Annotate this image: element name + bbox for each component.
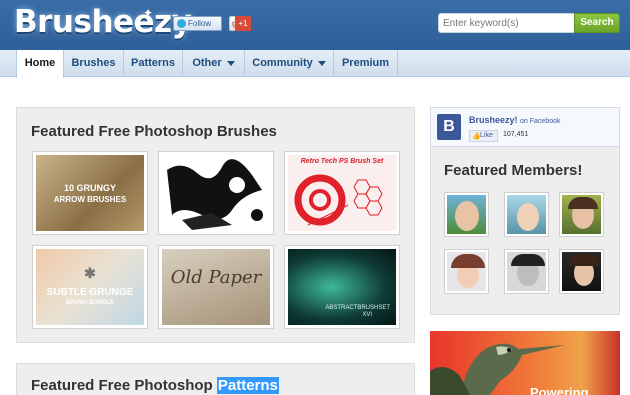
brush-thumb-grungy-arrows[interactable]: 10 GRUNGY ARROW BRUSHES xyxy=(32,151,148,235)
brush-caption: BRUSH BUNDLE xyxy=(66,300,114,306)
facebook-like-button[interactable]: 👍 Like xyxy=(469,130,498,142)
facebook-widget: B Brusheezy! on Facebook 👍 Like 107,451 xyxy=(430,107,620,147)
featured-patterns-panel: Featured Free Photoshop Patterns xyxy=(16,363,415,395)
brush-image: Retro Tech PS Brush Set xyxy=(288,155,396,231)
google-plus-label[interactable]: +1 xyxy=(235,16,251,31)
patterns-title-text: Featured Free Photoshop xyxy=(31,377,213,394)
sparkle-icon: ✦ xyxy=(143,6,154,20)
nav-patterns-label: Patterns xyxy=(130,57,176,69)
nav-premium-label: Premium xyxy=(341,57,390,69)
brush-caption: Old Paper xyxy=(170,267,262,288)
brush-image: 10 GRUNGY ARROW BRUSHES xyxy=(36,155,144,231)
retro-tech-graphic xyxy=(294,174,383,226)
splatter-graphic xyxy=(167,159,263,230)
brush-thumb-retro-tech[interactable]: Retro Tech PS Brush Set xyxy=(284,151,400,235)
facebook-page-name[interactable]: Brusheezy! on Facebook xyxy=(469,115,561,125)
hummingbird-graphic xyxy=(430,343,565,395)
member-avatar[interactable] xyxy=(444,192,489,237)
brush-image: ✱ SUBTLE GRUNGE BRUSH BUNDLE xyxy=(36,249,144,325)
ad-text: Powering xyxy=(530,385,589,395)
advertisement-banner[interactable]: Powering xyxy=(430,331,620,395)
featured-patterns-title: Featured Free Photoshop Patterns xyxy=(31,377,279,394)
brush-thumb-subtle-grunge[interactable]: ✱ SUBTLE GRUNGE BRUSH BUNDLE xyxy=(32,245,148,329)
nav-patterns[interactable]: Patterns xyxy=(124,50,183,77)
asterisk-icon: ✱ xyxy=(84,265,96,281)
nav-premium[interactable]: Premium xyxy=(334,50,398,77)
avatar-image xyxy=(447,252,486,291)
twitter-follow-button[interactable]: Follow Us! xyxy=(173,16,222,41)
facebook-on-label: on Facebook xyxy=(520,118,561,125)
brush-caption: XVI xyxy=(362,312,372,318)
twitter-bird-icon xyxy=(177,19,186,28)
avatar-image xyxy=(562,252,601,291)
nav-brushes[interactable]: Brushes xyxy=(64,50,124,77)
member-avatar[interactable] xyxy=(504,249,549,294)
brush-caption: SUBTLE GRUNGE xyxy=(46,287,134,298)
search-input[interactable] xyxy=(438,13,575,33)
face-shape xyxy=(455,201,479,231)
brush-caption: ARROW BRUSHES xyxy=(53,195,127,204)
hair-shape xyxy=(511,254,545,266)
nav-community-label: Community xyxy=(252,57,313,69)
like-label: Like xyxy=(480,132,493,139)
avatar-image xyxy=(562,195,601,234)
featured-brushes-panel: Featured Free Photoshop Brushes 10 GRUNG… xyxy=(16,107,415,343)
nav-home[interactable]: Home xyxy=(16,50,64,78)
search-button[interactable]: Search xyxy=(574,13,620,33)
nav-other[interactable]: Other xyxy=(183,50,245,77)
hair-shape xyxy=(451,254,485,268)
brush-image: ABSTRACTBRUSHSET XVI xyxy=(288,249,396,325)
brush-thumb-ink-splatter[interactable] xyxy=(158,151,274,235)
chevron-down-icon xyxy=(226,60,235,66)
featured-members-title: Featured Members! xyxy=(444,162,583,179)
avatar-image xyxy=(507,195,546,234)
brush-thumb-abstract[interactable]: ABSTRACTBRUSHSET XVI xyxy=(284,245,400,329)
nav-community[interactable]: Community xyxy=(245,50,334,77)
chevron-down-icon xyxy=(317,60,326,66)
site-logo[interactable]: Brusheezy xyxy=(14,4,192,40)
nav-home-label: Home xyxy=(24,57,56,69)
facebook-like-count: 107,451 xyxy=(503,131,529,138)
brusheezy-fb-avatar[interactable]: B xyxy=(437,114,461,140)
hair-shape xyxy=(568,254,600,266)
brush-image xyxy=(162,155,270,231)
main-nav: Home Brushes Patterns Other Community Pr… xyxy=(0,50,630,78)
brush-caption: 10 GRUNGY xyxy=(63,183,116,193)
member-avatar[interactable] xyxy=(559,249,604,294)
facebook-name-label: Brusheezy! xyxy=(469,115,518,125)
featured-members-panel: Featured Members! xyxy=(430,147,620,315)
brush-image: Old Paper xyxy=(162,249,270,325)
patterns-title-highlight: Patterns xyxy=(216,377,279,394)
member-avatar[interactable] xyxy=(444,249,489,294)
follow-label: Follow Us! xyxy=(188,19,212,41)
featured-brushes-title: Featured Free Photoshop Brushes xyxy=(31,123,277,140)
member-avatar[interactable] xyxy=(504,192,549,237)
nav-other-label: Other xyxy=(192,57,222,69)
site-header: Brusheezy ✦ Follow Us! g +1 Search xyxy=(0,0,630,50)
member-avatar[interactable] xyxy=(559,192,604,237)
brush-thumb-old-paper[interactable]: Old Paper xyxy=(158,245,274,329)
avatar-image xyxy=(507,252,546,291)
brush-caption: ABSTRACTBRUSHSET xyxy=(325,305,390,311)
avatar-image xyxy=(447,195,486,234)
thumbs-up-icon: 👍 xyxy=(472,133,481,140)
nav-brushes-label: Brushes xyxy=(71,57,116,69)
face-shape xyxy=(517,203,539,231)
hair-shape xyxy=(568,197,598,209)
